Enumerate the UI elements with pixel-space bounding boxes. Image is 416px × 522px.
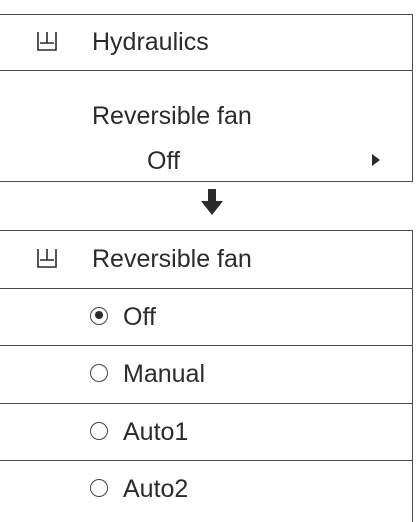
radio-button[interactable] [90,364,108,382]
option-label: Auto2 [123,475,189,503]
arrow-down-icon [201,189,223,215]
radio-button[interactable] [90,479,108,497]
option-label: Manual [123,360,205,388]
option-manual[interactable]: Manual [0,346,412,404]
triangle-right-icon[interactable] [372,154,380,166]
reversible-fan-setting-label: Reversible fan [92,102,252,130]
option-auto2[interactable]: Auto2 [0,461,412,519]
hydraulics-icon [37,249,57,268]
reversible-fan-options-header: Reversible fan [0,231,412,289]
reversible-fan-options-panel: Reversible fan Off Manual Auto1 Auto2 [0,230,413,522]
option-label: Auto1 [123,417,189,446]
hydraulics-menu-header: Hydraulics [0,15,412,71]
radio-button[interactable] [90,421,108,440]
radio-button-selected[interactable] [90,306,108,325]
hydraulics-icon [37,32,57,51]
reversible-fan-setting-item[interactable]: Reversible fan Off [0,71,412,181]
reversible-fan-options-title: Reversible fan [92,245,252,273]
option-auto1[interactable]: Auto1 [0,404,412,461]
hydraulics-menu-title: Hydraulics [92,28,209,56]
option-label: Off [123,302,156,331]
reversible-fan-setting-value: Off [147,147,180,175]
option-off[interactable]: Off [0,289,412,346]
hydraulics-menu-panel: Hydraulics Reversible fan Off [0,14,413,182]
